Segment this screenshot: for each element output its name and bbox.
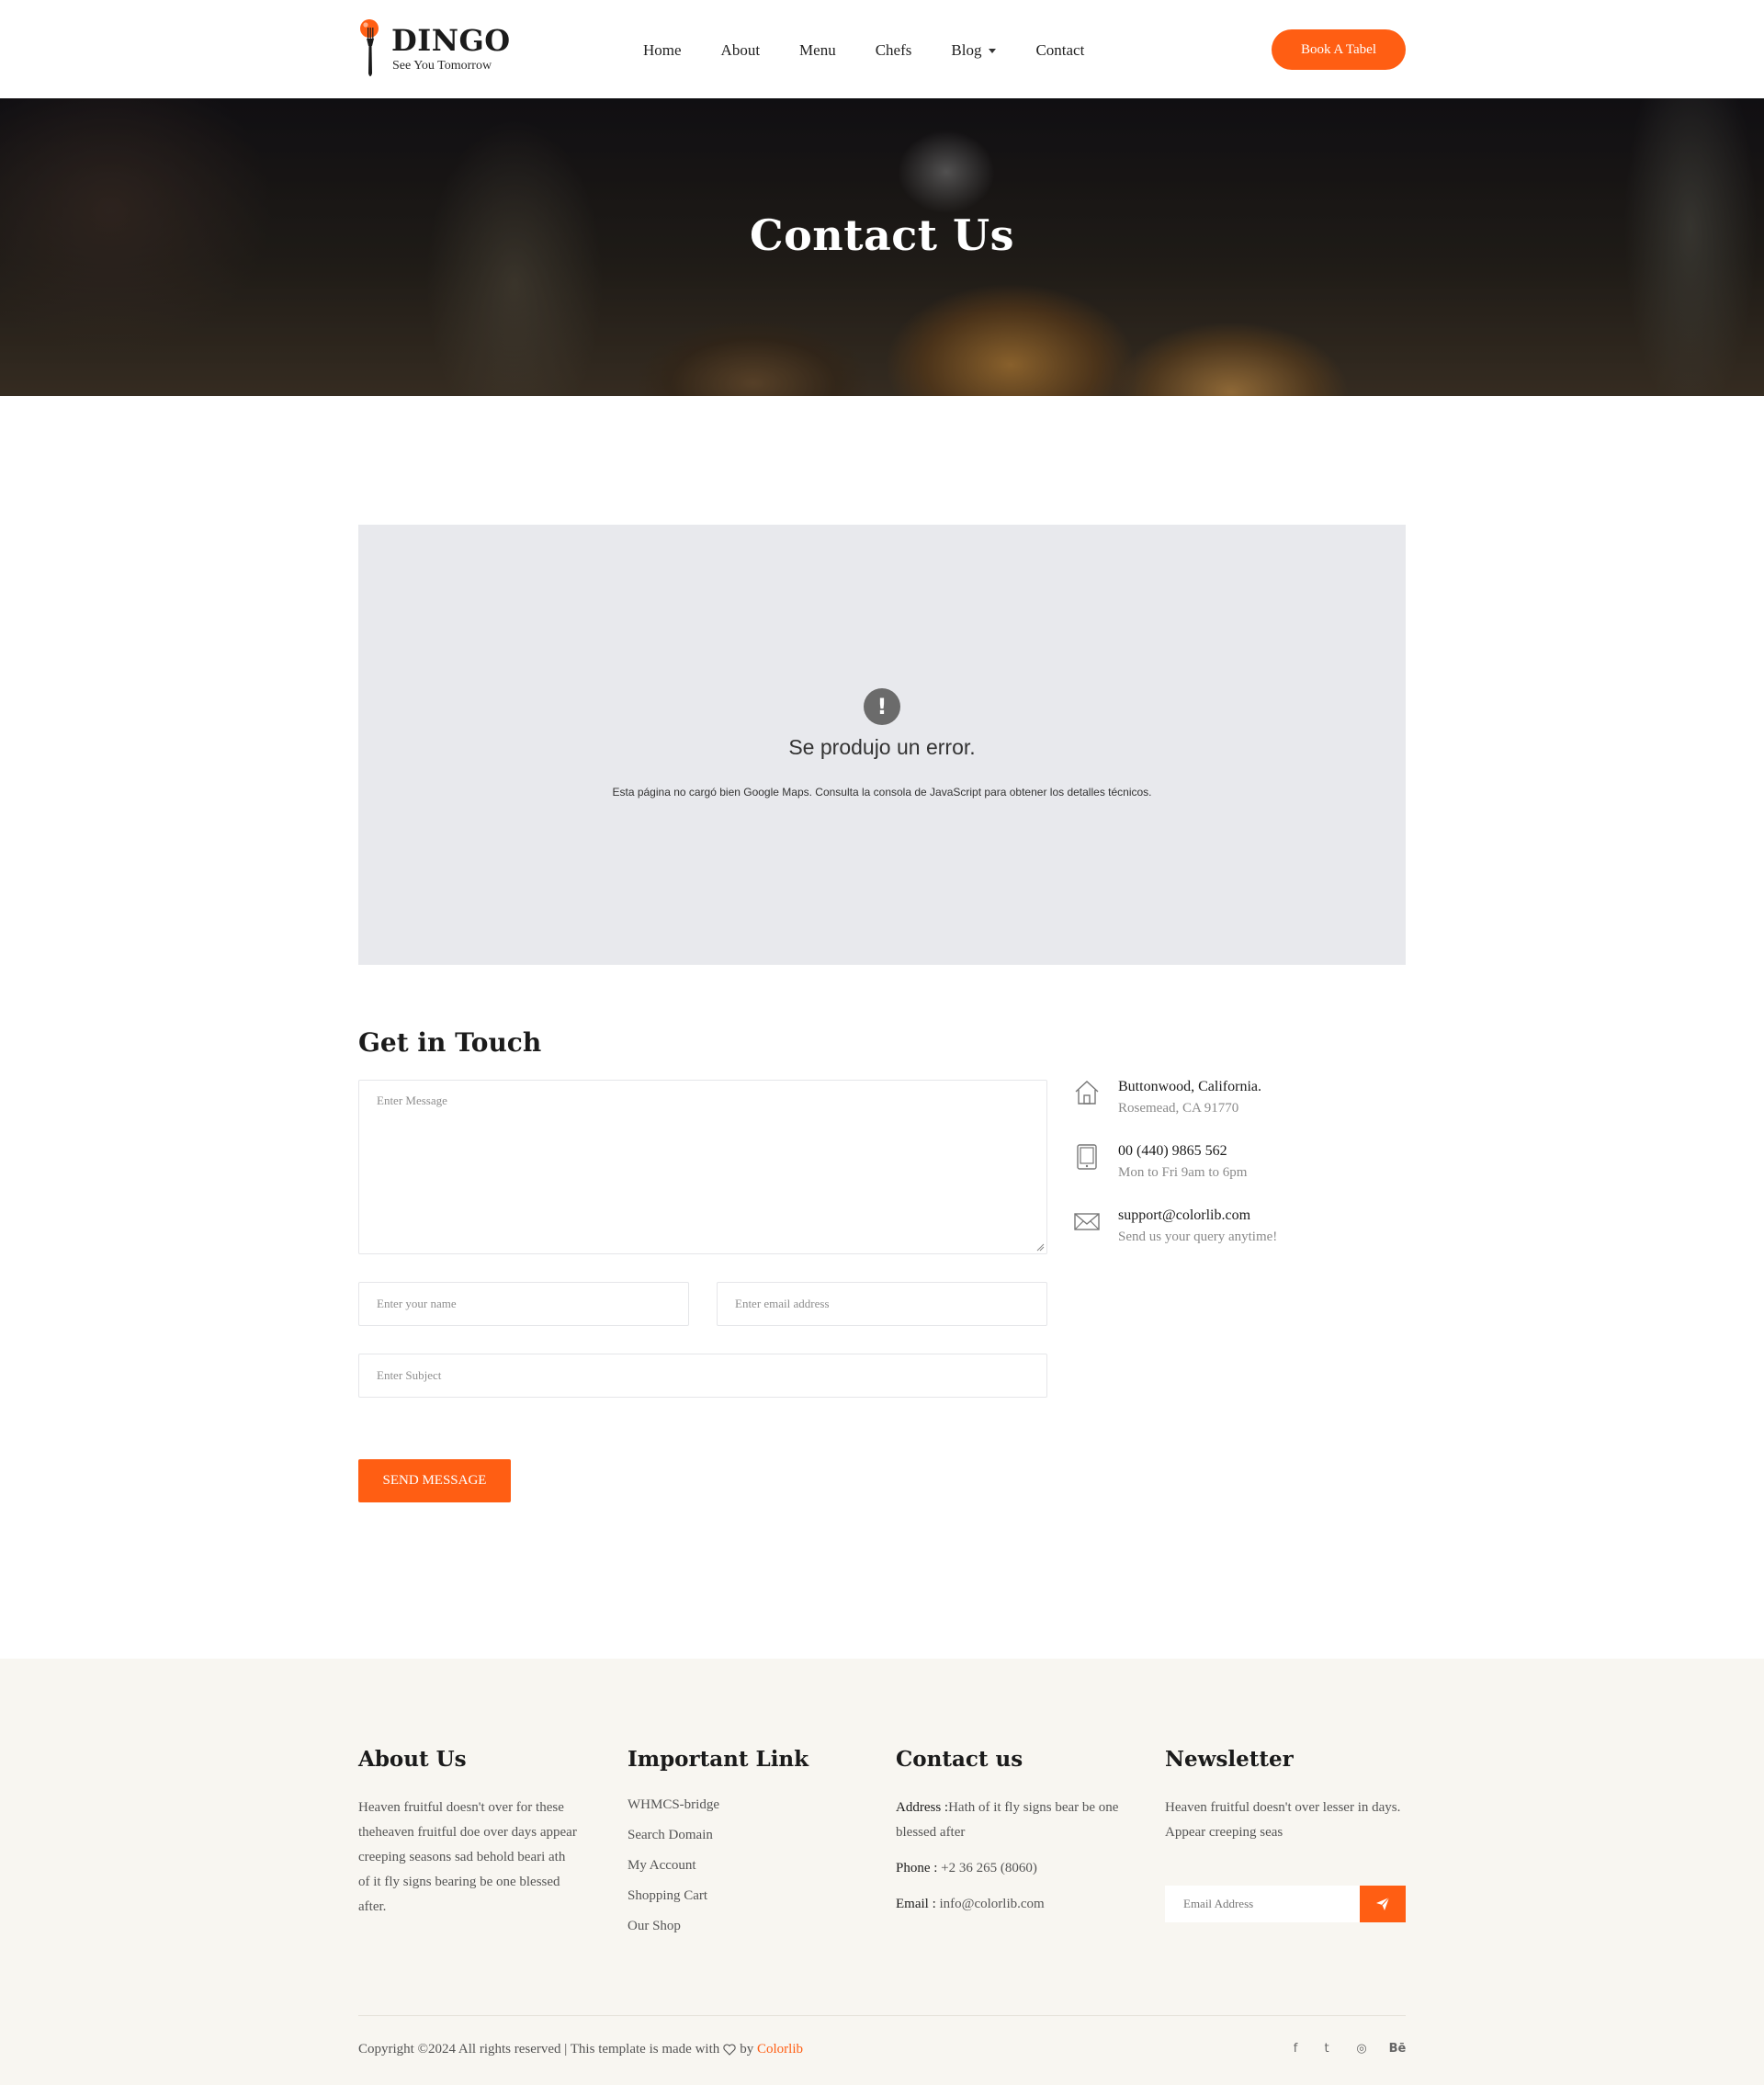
- footer-address: Address :Hath of it fly signs bear be on…: [896, 1796, 1135, 1845]
- footer-about-title: About Us: [358, 1747, 467, 1772]
- footer-links-list: WHMCS-bridge Search Domain My Account Sh…: [628, 1790, 830, 1942]
- info-phone: 00 (440) 9865 562 Mon to Fri 9am to 6pm: [1073, 1143, 1404, 1189]
- footer-about-text: Heaven fruitful doesn't over for these t…: [358, 1800, 577, 1914]
- logo-tagline: See You Tomorrow: [392, 59, 492, 73]
- send-message-button[interactable]: SEND MESSAGE: [358, 1459, 511, 1502]
- home-icon: [1075, 1081, 1099, 1105]
- name-field: [358, 1282, 689, 1326]
- name-input[interactable]: [359, 1283, 688, 1325]
- nav-about[interactable]: About: [721, 41, 761, 60]
- footer-contact: Contact us Address :Hath of it fly signs…: [896, 1747, 1135, 1917]
- nav-chefs-label: Chefs: [875, 41, 912, 59]
- info-email: support@colorlib.com Send us your query …: [1073, 1207, 1404, 1253]
- message-textarea[interactable]: [359, 1081, 1046, 1253]
- nav-about-label: About: [720, 41, 761, 59]
- subject-field: [358, 1354, 1047, 1398]
- newsletter-submit-button[interactable]: [1360, 1886, 1406, 1922]
- phone-line: 00 (440) 9865 562: [1118, 1143, 1227, 1159]
- map-error-text: Esta página no cargó bien Google Maps. C…: [612, 786, 1152, 799]
- contact-form-title: Get in Touch: [358, 1027, 542, 1058]
- nav-menu[interactable]: Menu: [799, 41, 836, 60]
- nav-chefs[interactable]: Chefs: [876, 41, 912, 60]
- site-footer: About Us Heaven fruitful doesn't over fo…: [0, 1659, 1764, 2085]
- footer-link-shopping-cart[interactable]: Shopping Cart: [628, 1881, 830, 1911]
- address-line: Buttonwood, California.: [1118, 1079, 1261, 1094]
- book-table-button[interactable]: Book A Tabel: [1272, 29, 1406, 70]
- copyright-text: Copyright ©2024 All rights reserved | Th…: [358, 2042, 720, 2057]
- footer-links: Important Link WHMCS-bridge Search Domai…: [628, 1747, 830, 1942]
- nav-blog[interactable]: Blog: [951, 41, 997, 60]
- fork-logo-icon: [360, 19, 379, 76]
- footer-links-title: Important Link: [628, 1747, 809, 1772]
- newsletter-email-input[interactable]: [1165, 1886, 1360, 1922]
- nav-home[interactable]: Home: [643, 41, 682, 60]
- nav-blog-label: Blog: [951, 41, 982, 59]
- nav-contact-label: Contact: [1035, 41, 1085, 59]
- nav-menu-label: Menu: [799, 41, 836, 59]
- nav-home-label: Home: [643, 41, 682, 59]
- facebook-icon[interactable]: f: [1286, 2038, 1305, 2058]
- tablet-icon: [1077, 1144, 1097, 1170]
- logo-title: DINGO: [391, 23, 511, 58]
- email-icon: [1074, 1213, 1100, 1230]
- page-title: Contact Us: [749, 210, 1015, 260]
- address-sub: Rosemead, CA 91770: [1118, 1101, 1239, 1116]
- footer-address-label: Address :: [896, 1800, 949, 1815]
- email-input[interactable]: [718, 1283, 1046, 1325]
- resize-grip-icon[interactable]: [1035, 1242, 1045, 1252]
- phone-sub: Mon to Fri 9am to 6pm: [1118, 1165, 1248, 1180]
- footer-link-our-shop[interactable]: Our Shop: [628, 1911, 830, 1942]
- caret-down-icon: [989, 48, 997, 53]
- main-nav: Home About Menu Chefs Blog Contact: [643, 37, 1124, 64]
- page-banner: Contact Us: [0, 98, 1764, 396]
- copyright: Copyright ©2024 All rights reserved | Th…: [358, 2042, 803, 2057]
- footer-link-my-account[interactable]: My Account: [628, 1851, 830, 1881]
- footer-phone: Phone : +2 36 265 (8060): [896, 1856, 1135, 1881]
- dribbble-icon[interactable]: ◎: [1352, 2038, 1371, 2058]
- newsletter-form: [1165, 1886, 1406, 1922]
- map-error-title: Se produjo un error.: [788, 735, 976, 759]
- footer-link-search-domain[interactable]: Search Domain: [628, 1820, 830, 1851]
- footer-newsletter-text: Heaven fruitful doesn't over lesser in d…: [1165, 1800, 1401, 1840]
- colorlib-link[interactable]: Colorlib: [757, 2042, 803, 2057]
- logo[interactable]: DINGO See You Tomorrow: [356, 18, 513, 79]
- behance-icon[interactable]: Bē: [1387, 2038, 1408, 2058]
- footer-newsletter-title: Newsletter: [1165, 1747, 1294, 1772]
- footer-divider: [358, 2015, 1406, 2016]
- error-icon: !: [864, 688, 900, 725]
- footer-link-whmcs[interactable]: WHMCS-bridge: [628, 1790, 830, 1820]
- info-address: Buttonwood, California. Rosemead, CA 917…: [1073, 1079, 1404, 1125]
- footer-phone-value: +2 36 265 (8060): [937, 1861, 1037, 1875]
- email-sub: Send us your query anytime!: [1118, 1229, 1278, 1244]
- nav-contact[interactable]: Contact: [1035, 41, 1084, 60]
- email-field: [717, 1282, 1047, 1326]
- footer-email: Email : info@colorlib.com: [896, 1892, 1135, 1917]
- twitter-icon[interactable]: t: [1317, 2038, 1336, 2058]
- footer-newsletter: Newsletter Heaven fruitful doesn't over …: [1165, 1747, 1406, 1845]
- footer-phone-label: Phone :: [896, 1861, 938, 1875]
- footer-contact-title: Contact us: [896, 1747, 1023, 1772]
- copyright-by: by: [740, 2042, 754, 2057]
- subject-input[interactable]: [359, 1354, 1046, 1397]
- heart-icon: [723, 2044, 736, 2056]
- map-embed[interactable]: ! Se produjo un error. Esta página no ca…: [358, 525, 1406, 965]
- footer-about: About Us Heaven fruitful doesn't over fo…: [358, 1747, 579, 1920]
- footer-email-value[interactable]: info@colorlib.com: [936, 1897, 1045, 1911]
- site-header: DINGO See You Tomorrow Home About Menu C…: [0, 0, 1764, 98]
- footer-email-label: Email :: [896, 1897, 936, 1911]
- paper-plane-icon: [1376, 1897, 1390, 1910]
- message-field: [358, 1080, 1047, 1254]
- email-line[interactable]: support@colorlib.com: [1118, 1207, 1250, 1224]
